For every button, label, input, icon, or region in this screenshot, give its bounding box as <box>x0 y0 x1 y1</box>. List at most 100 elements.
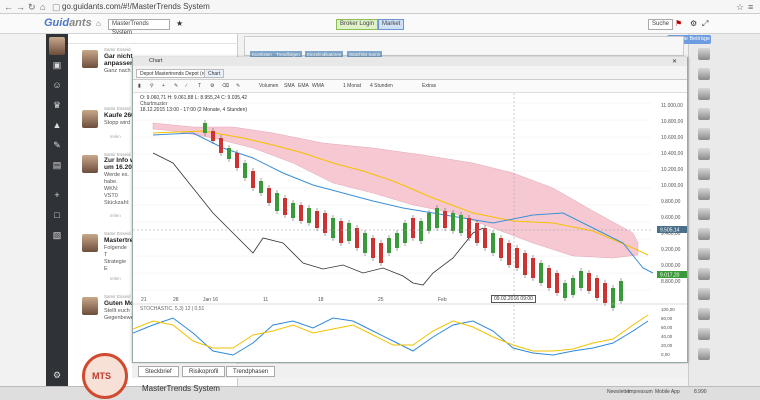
sma-button[interactable]: SMA <box>284 83 295 89</box>
share-link[interactable]: teilen <box>110 213 121 218</box>
folder-open-icon[interactable]: ▧ <box>50 230 64 242</box>
home-icon[interactable]: ⌂ <box>96 19 101 28</box>
close-icon[interactable]: ✕ <box>672 58 677 65</box>
subscriber-avatar[interactable] <box>698 248 710 260</box>
candle-body <box>531 258 535 278</box>
gear-icon[interactable]: ⚙ <box>50 370 64 382</box>
period-select[interactable]: 1 Monat <box>343 83 361 89</box>
candle-body <box>459 215 463 233</box>
market-button[interactable]: Market <box>378 19 405 30</box>
avatar[interactable] <box>82 50 98 68</box>
line-icon[interactable]: ∕ <box>186 83 187 89</box>
star-icon[interactable]: ★ <box>176 19 183 28</box>
candle-body <box>499 238 503 258</box>
tab-risikoprofil[interactable]: Risikoprofil <box>182 366 226 377</box>
trophy-icon[interactable]: ♛ <box>50 100 64 112</box>
crosshair-icon[interactable]: + <box>162 83 165 89</box>
flag-icon[interactable]: ⚑ <box>675 19 682 28</box>
chart-icon[interactable]: ▲ <box>50 120 64 132</box>
candle-body <box>203 123 207 133</box>
url-bar[interactable]: go.guidants.com/#!/MasterTrends System <box>62 2 210 11</box>
subscriber-avatar[interactable] <box>698 48 710 60</box>
candle-body <box>403 223 407 243</box>
tab-steckbrief[interactable]: Steckbrief <box>138 366 179 377</box>
share-link[interactable]: teilen <box>110 134 121 139</box>
trash-icon[interactable]: ⌫ <box>222 83 229 89</box>
back-icon[interactable]: ← <box>4 2 13 12</box>
chart-titlebar[interactable]: Chart <box>133 57 687 66</box>
edit-icon[interactable]: ✎ <box>236 83 240 89</box>
subscriber-avatar[interactable] <box>698 208 710 220</box>
indicator-label: STOCHASTIC, 5,3) 12 | 0,51 <box>140 306 205 312</box>
feed-title-2[interactable]: um 16.200 <box>104 164 135 171</box>
workspace-select[interactable]: MasterTrends System <box>108 19 170 36</box>
settings-icon[interactable]: ⚙ <box>210 83 214 89</box>
indicator-tick: 0,00 <box>661 352 670 357</box>
feed-title[interactable]: Gar nicht <box>104 53 133 60</box>
user-avatar[interactable] <box>49 37 65 55</box>
news-icon[interactable]: ▤ <box>50 160 64 172</box>
feed-title[interactable]: Kaufe 260 <box>104 112 135 119</box>
zoom-icon[interactable]: ⚲ <box>150 83 154 89</box>
price-chart[interactable]: 11.000,00 10.800,00 10.600,00 10.400,00 10.2… <box>133 93 687 361</box>
draw-icon[interactable]: ✎ <box>174 83 178 89</box>
candle-body <box>475 223 479 243</box>
reload-icon[interactable]: ↻ <box>28 2 36 13</box>
pencil-icon[interactable]: ✎ <box>50 140 64 152</box>
subscriber-avatar[interactable] <box>698 328 710 340</box>
chart-type-icon[interactable]: ▮ <box>138 83 141 89</box>
candle-body <box>579 271 583 288</box>
subscriber-avatar[interactable] <box>698 68 710 80</box>
avatar[interactable] <box>82 234 98 252</box>
subscriber-avatar[interactable] <box>698 288 710 300</box>
subscriber-avatar[interactable] <box>698 308 710 320</box>
interval-select[interactable]: 4 Stunden <box>370 83 393 89</box>
settings-icon[interactable]: ⚙ <box>690 19 697 28</box>
mts-title: MasterTrends System <box>142 384 220 393</box>
feed-text: Ganz nach <box>104 68 131 74</box>
people-icon[interactable]: ☺ <box>50 80 64 92</box>
subscriber-avatar[interactable] <box>698 168 710 180</box>
subscriber-avatar[interactable] <box>698 188 710 200</box>
folder-icon[interactable]: □ <box>50 210 64 222</box>
volume-button[interactable]: Volumen <box>259 83 278 89</box>
ema-button[interactable]: EMA <box>298 83 309 89</box>
avatar[interactable] <box>82 155 98 173</box>
feed-author[interactable]: Samir Esseid <box>104 231 131 236</box>
subscriber-avatar[interactable] <box>698 228 710 240</box>
share-link[interactable]: teilen <box>110 276 121 281</box>
date-tick: 25 <box>378 297 384 303</box>
star-icon[interactable]: ☆ <box>736 2 744 13</box>
menu-icon[interactable]: ≡ <box>748 2 753 12</box>
feed-text: Stellt euch Gegenbewe <box>104 308 134 321</box>
tab-chart[interactable]: Chart <box>204 69 225 78</box>
home-icon[interactable]: ⌂ <box>40 2 45 12</box>
extras-select[interactable]: Extras <box>422 83 436 89</box>
subscriber-avatar[interactable] <box>698 88 710 100</box>
feed-title-2[interactable]: anpassen <box>104 60 134 67</box>
subscriber-avatar[interactable] <box>698 148 710 160</box>
subscriber-avatar[interactable] <box>698 268 710 280</box>
subscriber-avatar[interactable] <box>698 128 710 140</box>
feed-author[interactable]: Samir Esseid <box>104 106 131 111</box>
forward-icon[interactable]: → <box>16 2 25 12</box>
feed-author[interactable]: Samir Esseid <box>104 294 131 299</box>
impressum-link[interactable]: Impressum <box>628 389 653 395</box>
add-icon[interactable]: + <box>50 190 64 202</box>
subscriber-avatar[interactable] <box>698 348 710 360</box>
search-button[interactable]: Suche <box>648 19 674 30</box>
text-icon[interactable]: T <box>198 83 201 89</box>
guidants-logo[interactable]: Guidants <box>44 17 92 29</box>
broker-login-button[interactable]: Broker Login <box>336 19 379 30</box>
avatar[interactable] <box>82 297 98 315</box>
candle-body <box>371 238 375 258</box>
avatar[interactable] <box>82 110 98 128</box>
feed-author[interactable]: Samir Esseid <box>104 47 131 52</box>
subscriber-avatar[interactable] <box>698 108 710 120</box>
last-price-label: 9.017,20 <box>660 273 680 279</box>
monitor-icon[interactable]: ▣ <box>50 60 64 72</box>
mobile-app-link[interactable]: Mobile App <box>655 389 680 395</box>
fullscreen-icon[interactable]: ⤢ <box>702 19 708 29</box>
tab-trendphasen[interactable]: Trendphasen <box>226 366 276 377</box>
wma-button[interactable]: WMA <box>312 83 324 89</box>
